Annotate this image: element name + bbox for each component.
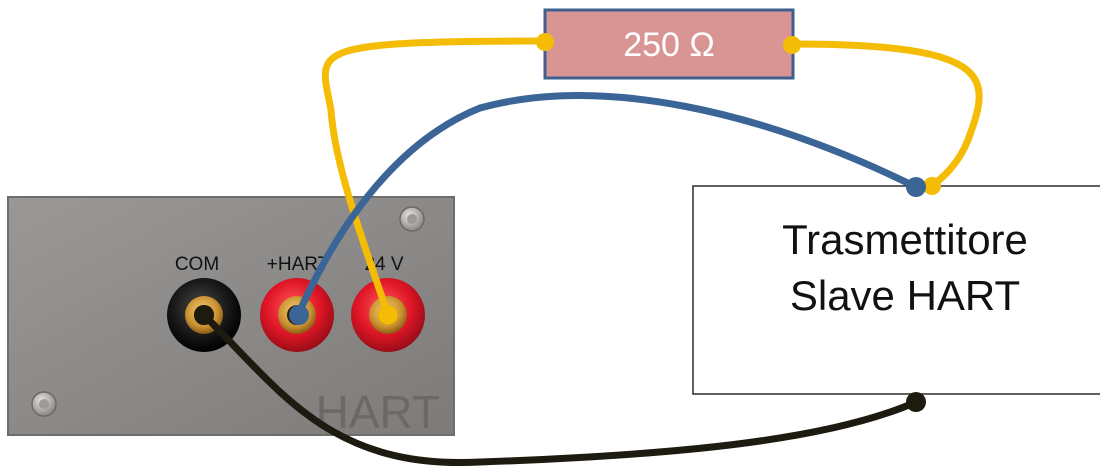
label-com: COM xyxy=(175,254,219,275)
screw-bottom-left xyxy=(31,391,57,417)
black-node-com xyxy=(194,305,214,325)
transmitter-line1: Trasmettitore xyxy=(782,216,1028,263)
blue-node-transmitter xyxy=(906,177,926,197)
wire-yellow-right xyxy=(789,40,983,190)
yellow-node-resistor-right xyxy=(783,36,801,54)
screw-top-right xyxy=(399,206,425,232)
yellow-node-24v xyxy=(378,305,398,325)
resistor-label: 250 Ω xyxy=(623,26,715,64)
resistor: 250 Ω xyxy=(543,8,795,80)
black-node-transmitter xyxy=(906,392,926,412)
yellow-node-resistor-left xyxy=(536,33,554,51)
hart-wiring-diagram: COM +HART 24 V HART Trasmettitore Slave … xyxy=(7,8,1100,467)
transmitter-box: Trasmettitore Slave HART xyxy=(692,185,1100,395)
transmitter-line2: Slave HART xyxy=(790,272,1020,319)
blue-node-hart-plus xyxy=(289,305,309,325)
